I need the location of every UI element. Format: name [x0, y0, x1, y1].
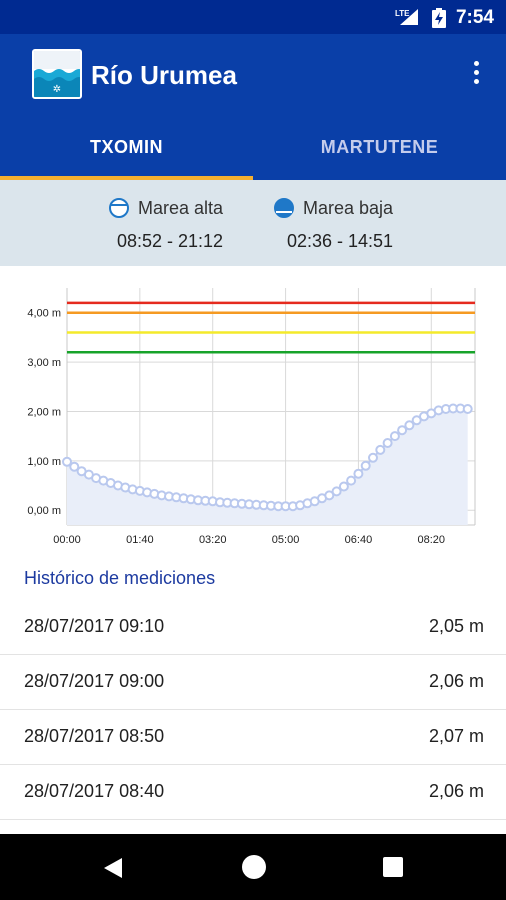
measurement-date: 28/07/2017 08:50: [24, 726, 165, 746]
history-row[interactable]: 28/07/2017 08:40 2,06 m: [0, 765, 506, 820]
water-level-chart: 0,00 m 1,00 m 2,00 m 3,00 m 4,00 m 00:00 01:40…: [27, 288, 476, 546]
history-title: Histórico de mediciones: [24, 568, 216, 588]
clock: 7:54: [455, 7, 494, 28]
x-tick-label: 03:20: [199, 534, 227, 546]
tab-bar: TXOMIN MARTUTENE: [0, 118, 506, 180]
low-tide-times: 02:36 - 14:51: [286, 231, 394, 251]
data-point: [346, 475, 357, 486]
data-point: [462, 404, 473, 414]
data-point: [360, 460, 371, 471]
history-row[interactable]: 28/07/2017 08:50 2,07 m: [0, 710, 506, 765]
history-list: 28/07/2017 09:10 2,05 m 28/07/2017 09:00…: [0, 600, 506, 820]
measurement-date: 28/07/2017 09:00: [24, 671, 165, 691]
y-tick-label: 4,00 m: [27, 308, 61, 320]
measurement-date: 28/07/2017 09:10: [24, 616, 165, 636]
history-row[interactable]: 28/07/2017 09:00 2,06 m: [0, 655, 506, 710]
high-tide-icon: [109, 198, 129, 218]
tab-txomin[interactable]: TXOMIN: [0, 118, 253, 180]
measurement-level: 2,07 m: [428, 726, 484, 746]
data-point: [338, 481, 349, 492]
recents-icon[interactable]: [383, 857, 403, 877]
tab-martutene[interactable]: MARTUTENE: [253, 118, 506, 180]
svg-text:✲: ✲: [53, 84, 61, 95]
low-tide-info: Marea baja 02:36 - 14:51: [273, 197, 393, 252]
measurement-level: 2,05 m: [428, 616, 484, 636]
measurement-level: 2,06 m: [428, 781, 484, 801]
x-tick-label: 06:40: [345, 534, 373, 546]
high-tide-label: Marea alta: [138, 197, 224, 218]
status-bar: LTE 7:54: [0, 0, 506, 34]
signal-icon: [400, 9, 418, 25]
navigation-bar: [0, 834, 506, 900]
low-tide-icon: [274, 198, 294, 218]
data-point: [404, 420, 415, 431]
river-logo-icon: ✲: [32, 49, 82, 99]
data-point: [353, 468, 364, 479]
data-point: [382, 438, 393, 448]
high-tide-info: Marea alta 08:52 - 21:12: [108, 197, 223, 252]
y-tick-label: 2,00 m: [27, 406, 61, 418]
history-row[interactable]: 28/07/2017 09:10 2,05 m: [0, 600, 506, 655]
data-point: [375, 444, 386, 455]
x-tick-label: 08:20: [418, 534, 446, 546]
y-tick-label: 3,00 m: [27, 357, 61, 369]
app-bar: ✲ Río Urumea: [0, 34, 506, 118]
battery-charging-icon: [432, 8, 446, 28]
x-tick-label: 01:40: [126, 534, 154, 546]
x-tick-label: 00:00: [53, 534, 81, 546]
x-tick-label: 05:00: [272, 534, 300, 546]
measurement-date: 28/07/2017 08:40: [24, 781, 165, 801]
y-tick-label: 0,00 m: [27, 505, 61, 517]
measurement-level: 2,06 m: [428, 671, 484, 691]
overflow-menu-icon[interactable]: [462, 58, 490, 90]
high-tide-times: 08:52 - 21:12: [116, 231, 224, 251]
app-title: Río Urumea: [91, 60, 237, 90]
back-icon[interactable]: [102, 856, 124, 880]
data-point: [368, 452, 378, 463]
tide-panel: Marea alta 08:52 - 21:12 Marea baja 02:3…: [0, 180, 506, 266]
home-icon[interactable]: [242, 855, 266, 879]
y-tick-label: 1,00 m: [27, 456, 61, 468]
low-tide-label: Marea baja: [303, 197, 394, 218]
data-point: [389, 431, 400, 442]
